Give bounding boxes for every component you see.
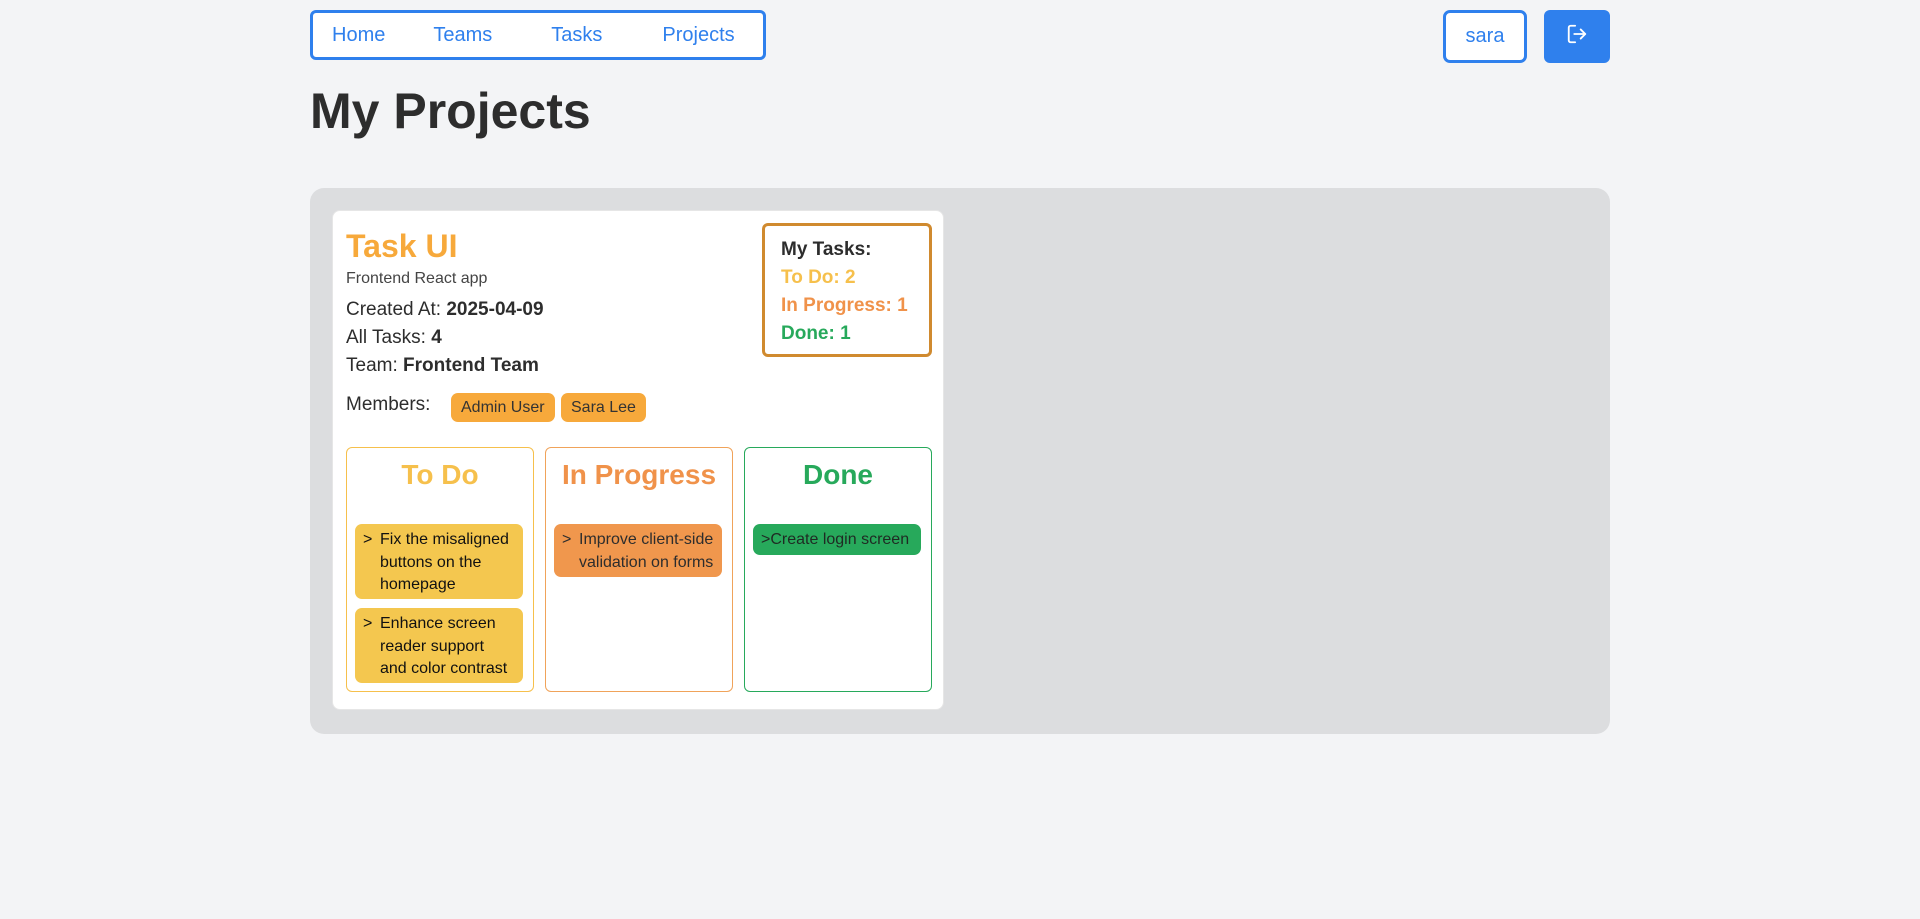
- my-tasks-summary: My Tasks: To Do: 2 In Progress: 1 Done: …: [762, 223, 932, 357]
- team-value: Frontend Team: [403, 355, 539, 376]
- nav-projects-link[interactable]: Projects: [662, 24, 734, 47]
- in-progress-column: In Progress > Improve client-side valida…: [545, 447, 733, 692]
- task-text: Enhance screen reader support and color …: [380, 615, 508, 677]
- member-chip: Sara Lee: [561, 393, 646, 422]
- task-card[interactable]: > Enhance screen reader support and colo…: [355, 608, 523, 683]
- task-text: Create login screen: [770, 531, 910, 548]
- chevron-right-icon: >: [363, 615, 373, 632]
- project-task-count: All Tasks: 4: [346, 327, 442, 349]
- created-at-value: 2025-04-09: [446, 299, 544, 320]
- logout-icon: [1566, 23, 1588, 50]
- column-title: Done: [803, 459, 873, 490]
- chevron-right-icon: >: [761, 531, 771, 548]
- projects-panel: Task UI Frontend React app Created At: 2…: [310, 188, 1610, 734]
- logout-button[interactable]: [1544, 10, 1610, 63]
- project-name[interactable]: Task UI: [346, 228, 457, 265]
- chevron-right-icon: >: [363, 531, 373, 548]
- user-profile-button[interactable]: sara: [1443, 10, 1527, 63]
- nav-tasks-link[interactable]: Tasks: [551, 24, 602, 47]
- nav-teams-link[interactable]: Teams: [433, 24, 492, 47]
- created-at-label: Created At:: [346, 299, 442, 320]
- main-nav: Home Teams Tasks Projects: [310, 10, 766, 60]
- task-card[interactable]: > Fix the misaligned buttons on the home…: [355, 524, 523, 599]
- my-tasks-done-count: Done: 1: [781, 323, 851, 344]
- members-label: Members:: [346, 394, 431, 415]
- project-team: Team: Frontend Team: [346, 355, 539, 377]
- team-label: Team:: [346, 355, 398, 376]
- my-tasks-in-progress-count: In Progress: 1: [781, 295, 908, 316]
- page-title: My Projects: [310, 83, 591, 139]
- all-tasks-label: All Tasks:: [346, 327, 426, 348]
- todo-column: To Do > Fix the misaligned buttons on th…: [346, 447, 534, 692]
- nav-home-link[interactable]: Home: [332, 24, 385, 47]
- all-tasks-value: 4: [431, 327, 442, 348]
- project-description: Frontend React app: [346, 270, 488, 287]
- task-card[interactable]: >Create login screen: [753, 524, 921, 555]
- task-card[interactable]: > Improve client-side validation on form…: [554, 524, 722, 577]
- column-title: In Progress: [561, 459, 717, 490]
- task-text: Fix the misaligned buttons on the homepa…: [380, 531, 509, 593]
- project-card[interactable]: Task UI Frontend React app Created At: 2…: [332, 210, 944, 710]
- chevron-right-icon: >: [562, 531, 572, 548]
- my-tasks-todo-count: To Do: 2: [781, 267, 856, 288]
- done-column: Done >Create login screen: [744, 447, 932, 692]
- my-tasks-title: My Tasks:: [781, 239, 872, 260]
- project-created-at: Created At: 2025-04-09: [346, 299, 544, 321]
- column-title: To Do: [401, 459, 479, 490]
- task-text: Improve client-side validation on forms: [579, 531, 714, 571]
- member-chip: Admin User: [451, 393, 555, 422]
